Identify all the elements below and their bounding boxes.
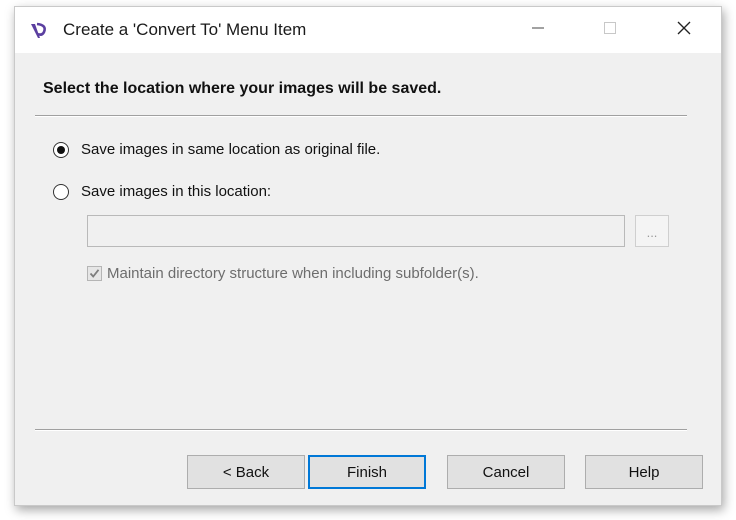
maximize-button[interactable] — [587, 7, 633, 53]
app-logo-icon — [29, 21, 49, 41]
radio-selected-dot — [57, 145, 65, 154]
checkmark-icon — [89, 269, 100, 278]
browse-button[interactable]: ... — [635, 215, 669, 247]
page-heading: Select the location where your images wi… — [43, 80, 442, 97]
maintain-structure-checkbox[interactable] — [87, 266, 102, 281]
radio-same-location-label: Save images in same location as original… — [81, 141, 381, 158]
radio-this-location-indicator[interactable] — [53, 183, 69, 200]
minimize-button[interactable] — [515, 7, 561, 53]
maintain-structure-checkbox-row[interactable]: Maintain directory structure when includ… — [87, 265, 479, 282]
maintain-structure-label: Maintain directory structure when includ… — [107, 265, 479, 282]
title-bar[interactable]: Create a 'Convert To' Menu Item — [15, 7, 721, 53]
close-icon — [676, 20, 692, 41]
close-button[interactable] — [661, 7, 707, 53]
finish-button[interactable]: Finish — [308, 455, 426, 489]
cancel-button[interactable]: Cancel — [447, 455, 565, 489]
radio-this-location[interactable]: Save images in this location: — [53, 183, 271, 200]
dialog-window: Create a 'Convert To' Menu Item Select t… — [14, 6, 722, 506]
radio-same-location[interactable]: Save images in same location as original… — [53, 141, 380, 158]
radio-this-location-label: Save images in this location: — [81, 183, 272, 200]
window-title: Create a 'Convert To' Menu Item — [63, 20, 307, 39]
footer-divider — [35, 429, 687, 431]
header-divider — [35, 115, 687, 117]
minimize-icon — [531, 21, 545, 40]
radio-same-location-indicator[interactable] — [53, 141, 69, 158]
save-location-input[interactable] — [87, 215, 625, 247]
back-button[interactable]: < Back — [187, 455, 305, 489]
help-button[interactable]: Help — [585, 455, 703, 489]
maximize-icon — [603, 21, 617, 40]
